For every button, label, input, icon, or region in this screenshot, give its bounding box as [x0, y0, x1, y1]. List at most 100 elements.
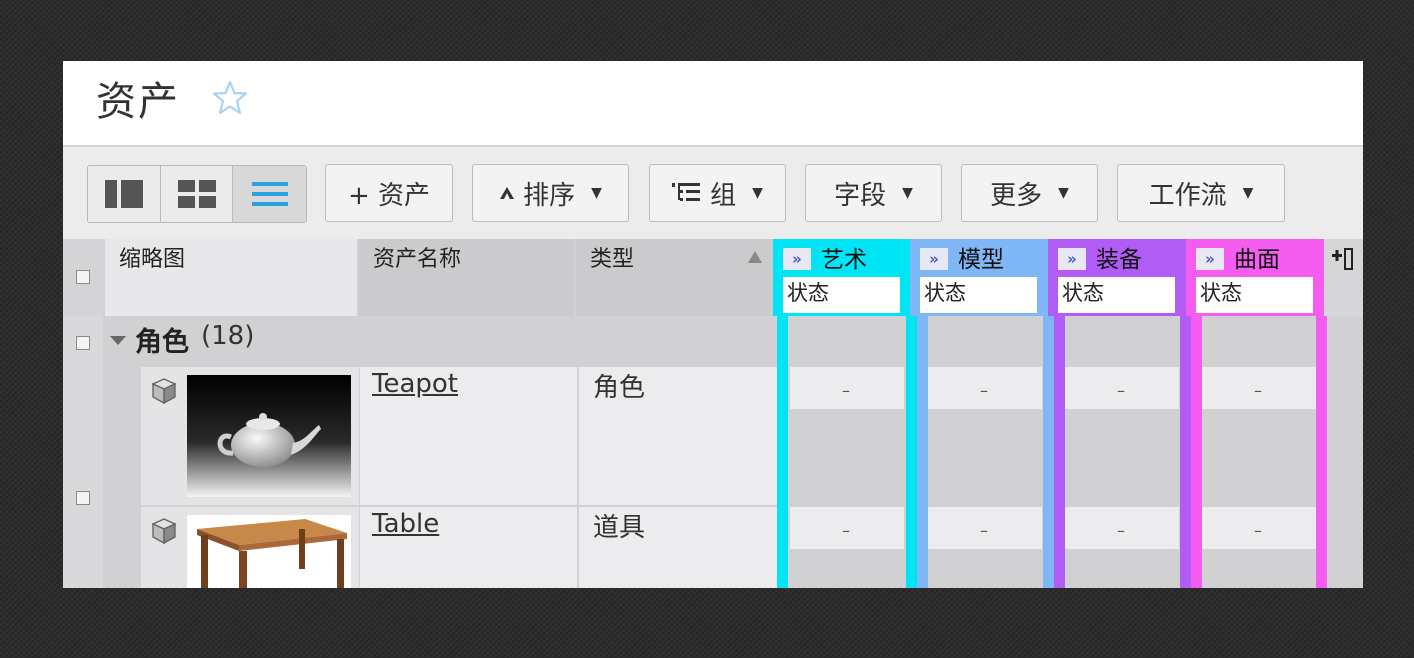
stage-status-label: 状态 [920, 277, 1037, 313]
caret-down-icon[interactable] [110, 336, 126, 346]
sort-ascending-icon [748, 251, 762, 263]
group-label: 组 [710, 180, 737, 211]
stage-status-label: 状态 [1058, 277, 1175, 313]
list-detail-icon [104, 180, 143, 208]
view-detail-button[interactable] [88, 166, 161, 222]
view-mode-group [87, 165, 307, 223]
stage-status-cell[interactable]: – [1065, 367, 1179, 409]
chevron-down-icon: ▼ [752, 185, 763, 201]
list-icon [251, 182, 288, 206]
expand-icon[interactable]: » [783, 248, 811, 270]
thumbnail-cell [141, 367, 359, 505]
column-header-label: 类型 [590, 247, 635, 272]
chevron-down-icon: ▼ [1242, 185, 1254, 201]
stage-header-rig[interactable]: » 装备 状态 [1048, 239, 1186, 316]
chevron-down-icon: ▼ [1058, 185, 1069, 201]
stage-status-cell[interactable]: – [928, 367, 1042, 409]
status-value: – [980, 521, 988, 540]
column-header-label: 资产名称 [373, 247, 462, 272]
column-header-asset-name[interactable]: 资产名称 [359, 239, 574, 316]
stage-status-cell[interactable]: – [790, 367, 904, 409]
group-tree-icon [672, 183, 701, 201]
stage-bar-surface [1191, 316, 1202, 588]
group-checkbox[interactable] [76, 336, 90, 350]
row-checkbox[interactable] [76, 491, 90, 505]
add-asset-button[interactable]: + 资产 [325, 164, 453, 222]
asset-name-cell: Table [360, 507, 577, 588]
checkbox-column [63, 316, 103, 588]
stage-name: 曲面 [1234, 247, 1280, 273]
more-button[interactable]: 更多 ▼ [961, 164, 1098, 222]
star-icon[interactable] [211, 79, 249, 117]
title-bar: 资产 [63, 61, 1363, 145]
page-title: 资产 [96, 79, 180, 125]
asset-name-link[interactable]: Table [372, 509, 439, 539]
status-value: – [1254, 381, 1262, 400]
stage-bar-model-end [1043, 316, 1054, 588]
column-header-type[interactable]: 类型 [576, 239, 773, 316]
sort-label: 排序 [523, 180, 576, 211]
group-row[interactable]: 角色 (18) [103, 316, 775, 366]
table-thumbnail[interactable] [187, 515, 351, 588]
stage-status-label: 状态 [1196, 277, 1313, 313]
chevron-down-icon: ▼ [902, 185, 913, 201]
type-cell: 道具 [579, 507, 777, 588]
stage-name: 装备 [1096, 247, 1142, 273]
stage-status-cell[interactable]: – [1202, 507, 1316, 549]
status-value: – [980, 381, 988, 400]
fields-button[interactable]: 字段 ▼ [805, 164, 942, 222]
cube-icon [152, 518, 176, 544]
stage-bar-surface-end [1316, 316, 1327, 588]
stage-header-art[interactable]: » 艺术 状态 [773, 239, 910, 316]
stage-bar-rig-end [1180, 316, 1191, 588]
view-grid-button[interactable] [160, 166, 234, 222]
add-column-cell [1324, 239, 1363, 316]
assets-panel: 资产 + 资产 排序 ▼ 组 ▼ 字段 ▼ 更多 ▼ 工作流 ▼ 缩略图 资产名… [63, 61, 1363, 588]
column-header-thumbnail[interactable]: 缩略图 [105, 239, 357, 316]
sort-button[interactable]: 排序 ▼ [472, 164, 629, 222]
expand-icon[interactable]: » [1196, 248, 1224, 270]
asset-grid: 缩略图 资产名称 类型 » 艺术 状态 » 模型 状态 » 装备 状态 » 曲面… [63, 239, 1363, 588]
status-value: – [1117, 521, 1125, 540]
stage-bar-art-end [906, 316, 917, 588]
stage-header-surface[interactable]: » 曲面 状态 [1186, 239, 1324, 316]
stage-status-label: 状态 [783, 277, 900, 313]
asset-type: 角色 [593, 373, 646, 403]
stage-name: 模型 [958, 247, 1004, 273]
status-value: – [842, 381, 850, 400]
group-name: 角色 [135, 327, 189, 358]
stage-bar-rig [1054, 316, 1065, 588]
stage-bar-model [917, 316, 928, 588]
add-column-icon[interactable] [1332, 247, 1354, 271]
group-button[interactable]: 组 ▼ [649, 164, 786, 222]
workflow-button[interactable]: 工作流 ▼ [1117, 164, 1285, 222]
asset-name-link[interactable]: Teapot [372, 369, 458, 399]
teapot-thumbnail[interactable] [187, 375, 351, 497]
group-count: (18) [201, 321, 255, 351]
more-label: 更多 [990, 180, 1043, 211]
asset-type: 道具 [593, 513, 646, 543]
workflow-label: 工作流 [1148, 180, 1227, 211]
sort-up-icon [500, 187, 515, 199]
type-cell: 角色 [579, 367, 777, 505]
status-value: – [842, 521, 850, 540]
select-all-checkbox[interactable] [76, 270, 90, 284]
stage-name: 艺术 [821, 247, 867, 273]
fields-label: 字段 [834, 180, 887, 211]
stage-bar-art [777, 316, 788, 588]
expand-icon[interactable]: » [1058, 248, 1086, 270]
stage-status-cell[interactable]: – [1065, 507, 1179, 549]
toolbar: + 资产 排序 ▼ 组 ▼ 字段 ▼ 更多 ▼ 工作流 ▼ [63, 145, 1363, 239]
stage-status-cell[interactable]: – [928, 507, 1042, 549]
expand-icon[interactable]: » [920, 248, 948, 270]
select-all-cell [63, 239, 103, 316]
view-list-button[interactable] [233, 166, 306, 222]
add-asset-label: + 资产 [347, 180, 431, 211]
status-value: – [1254, 521, 1262, 540]
grid-icon [177, 180, 216, 208]
asset-name-cell: Teapot [360, 367, 577, 505]
stage-status-cell[interactable]: – [1202, 367, 1316, 409]
status-value: – [1117, 381, 1125, 400]
stage-status-cell[interactable]: – [790, 507, 904, 549]
stage-header-model[interactable]: » 模型 状态 [910, 239, 1048, 316]
